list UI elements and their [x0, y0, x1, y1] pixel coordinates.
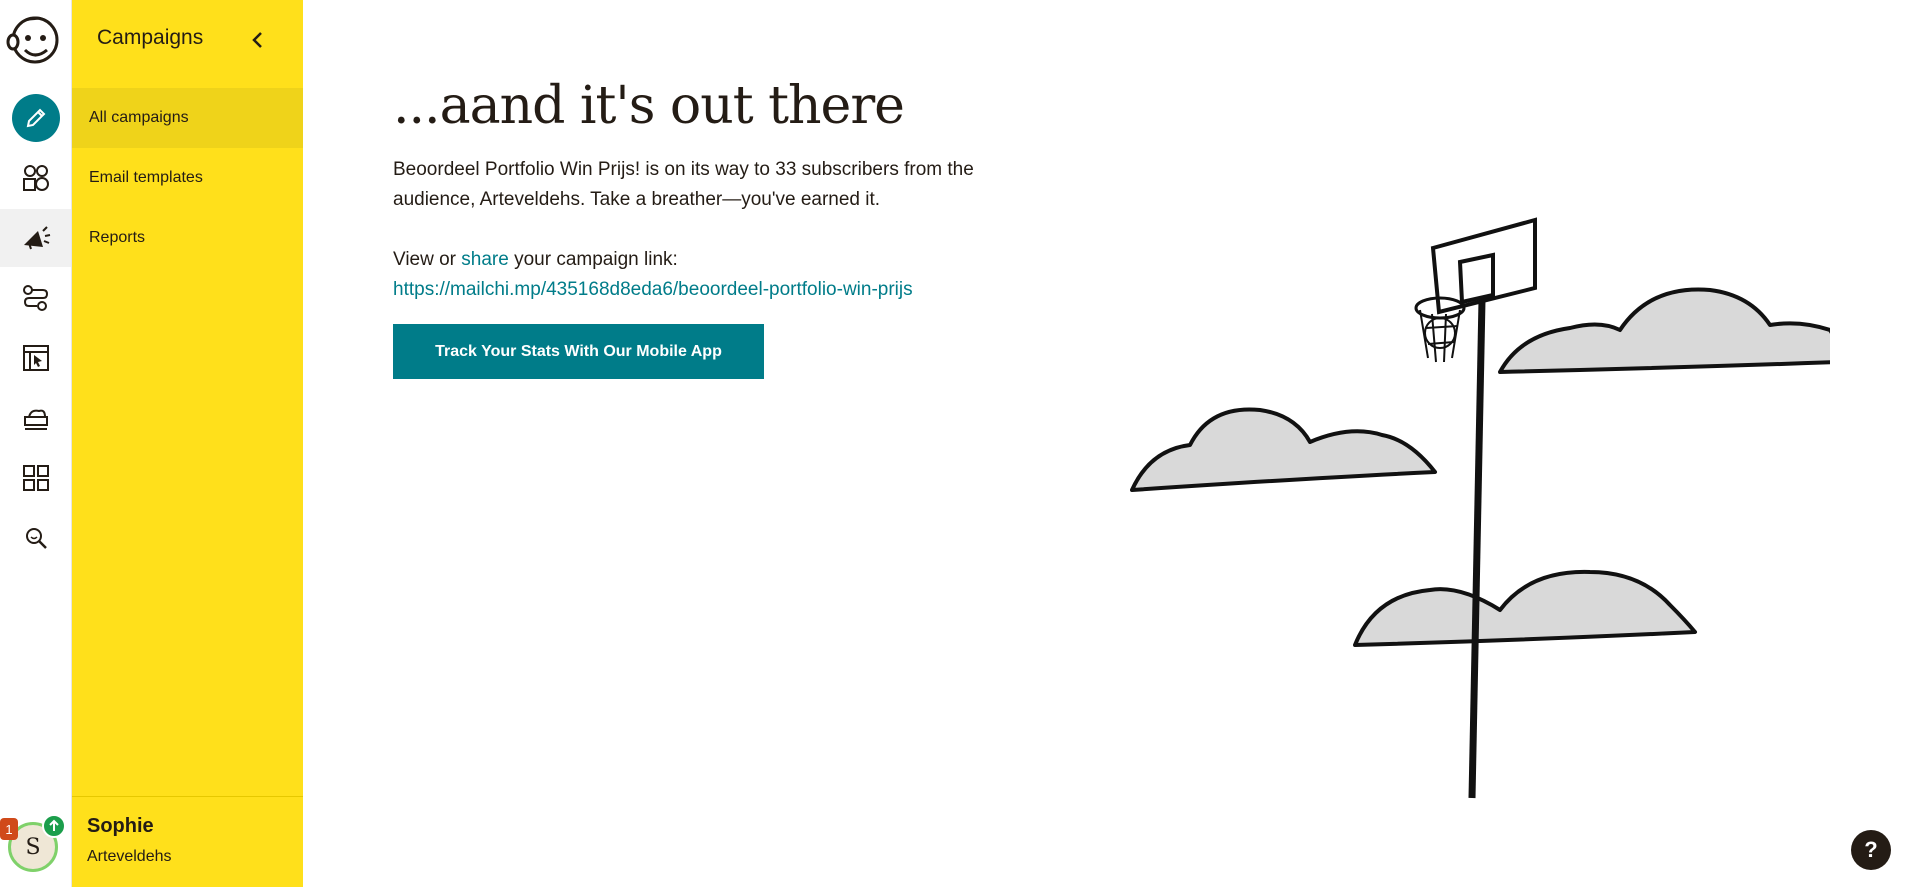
sidenav-title: Campaigns	[97, 26, 204, 49]
nav-item-email-templates[interactable]: Email templates	[72, 148, 303, 208]
search-nav-button[interactable]	[0, 509, 71, 567]
sent-message: Beoordeel Portfolio Win Prijs! is on its…	[393, 159, 974, 210]
help-button[interactable]: ?	[1851, 830, 1891, 870]
account-footer[interactable]: Sophie Arteveldehs	[72, 796, 303, 888]
automations-nav-button[interactable]	[0, 269, 71, 327]
share-link[interactable]: share	[461, 249, 509, 270]
create-circle	[11, 94, 60, 142]
campaign-url-link[interactable]: https://mailchi.mp/435168d8eda6/beoordee…	[393, 279, 913, 300]
megaphone-icon	[23, 226, 50, 250]
link-prefix: View or	[393, 249, 462, 270]
create-button[interactable]	[0, 89, 71, 147]
integrations-nav-button[interactable]	[0, 449, 71, 507]
website-nav-button[interactable]	[0, 329, 71, 387]
audience-icon	[22, 165, 49, 191]
integrations-grid-icon	[22, 465, 49, 491]
campaign-link-section: View or share your campaign link: https:…	[393, 245, 1093, 305]
cloud-right	[1498, 287, 1830, 374]
collapse-sidenav-button[interactable]	[244, 26, 272, 54]
automations-icon	[22, 285, 48, 311]
website-icon	[22, 345, 49, 371]
nav-item-all-campaigns[interactable]: All campaigns	[72, 88, 303, 148]
user-name: Sophie	[87, 815, 154, 837]
mailchimp-logo-icon[interactable]	[5, 6, 67, 68]
content-studio-icon	[23, 409, 48, 430]
sidenav-header: Campaigns	[72, 0, 303, 78]
nav-item-reports[interactable]: Reports	[72, 208, 303, 268]
pencil-icon	[26, 108, 45, 128]
campaigns-nav-button[interactable]	[0, 209, 71, 267]
mobile-app-button[interactable]: Track Your Stats With Our Mobile App	[393, 324, 764, 379]
upgrade-arrow-icon[interactable]	[42, 814, 66, 838]
search-icon	[25, 528, 47, 549]
notification-badge: 1	[0, 818, 18, 840]
page-title: ...aand it's out there	[393, 76, 905, 136]
user-org: Arteveldehs	[87, 848, 172, 865]
cloud-left	[1130, 407, 1437, 492]
hoop-clouds-illustration	[1130, 217, 1830, 799]
chevron-left-icon	[252, 32, 262, 48]
campaigns-sidenav: Campaigns All campaigns Email templates …	[72, 0, 303, 887]
content-nav-button[interactable]	[0, 389, 71, 447]
cloud-bottom	[1353, 569, 1697, 647]
account-menu[interactable]: S 1	[0, 814, 66, 876]
audience-nav-button[interactable]	[0, 149, 71, 207]
icon-rail: S 1	[0, 0, 72, 887]
link-suffix: your campaign link:	[508, 249, 678, 270]
